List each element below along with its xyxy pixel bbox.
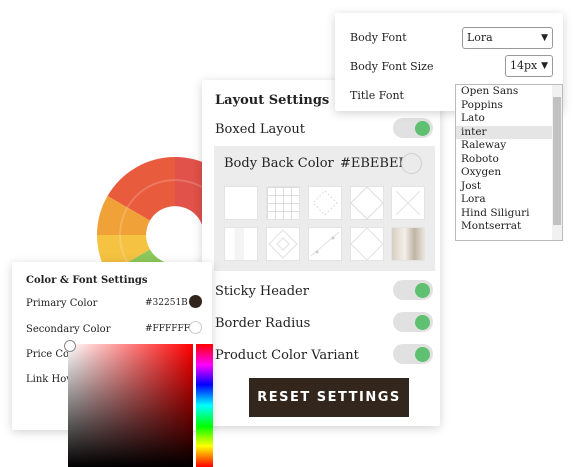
body-font-size-value: 14px <box>510 59 538 72</box>
color-picker-handle[interactable] <box>64 340 76 352</box>
reset-settings-button[interactable]: RESET SETTINGS <box>249 378 409 417</box>
font-option[interactable]: Montserrat <box>456 220 556 234</box>
sticky-header-label: Sticky Header <box>215 284 309 299</box>
body-font-label: Body Font <box>350 31 407 44</box>
geo-pattern-icon <box>350 227 384 261</box>
cross-pattern-icon <box>395 190 421 216</box>
font-option[interactable]: Poppins <box>456 99 556 113</box>
pattern-tile-plain[interactable] <box>224 186 258 220</box>
chevron-down-icon: ▼ <box>541 61 548 71</box>
pattern-tile-cross[interactable] <box>391 186 425 220</box>
font-option[interactable]: Oxygen <box>456 166 556 180</box>
body-font-size-label: Body Font Size <box>350 60 434 73</box>
link-hover-label: Link Hov <box>26 374 72 385</box>
toggle-knob <box>415 121 430 136</box>
font-option[interactable]: Jost <box>456 180 556 194</box>
hex-pattern-icon <box>268 229 298 259</box>
pattern-tile-grid[interactable] <box>266 186 300 220</box>
secondary-color-label: Secondary Color <box>26 324 111 335</box>
secondary-color-value: #FFFFFF <box>145 324 191 334</box>
pattern-tile-geo[interactable] <box>350 227 384 261</box>
pattern-tile-photo[interactable] <box>391 227 425 261</box>
pattern-tile-dots[interactable] <box>308 227 342 261</box>
boxed-layout-toggle[interactable] <box>393 118 433 138</box>
font-option[interactable]: Hind Siliguri <box>456 207 556 221</box>
font-option[interactable]: Raleway <box>456 139 556 153</box>
font-option[interactable]: Roboto <box>456 153 556 167</box>
toggle-knob <box>415 315 430 330</box>
title-font-label: Title Font <box>350 89 404 102</box>
boxed-layout-label: Boxed Layout <box>215 122 306 137</box>
toggle-knob <box>415 283 430 298</box>
scrollbar[interactable] <box>552 85 562 240</box>
sticky-header-toggle[interactable] <box>393 280 433 300</box>
color-picker-hue-slider[interactable] <box>196 344 213 467</box>
body-back-color-label: Body Back Color <box>224 156 334 171</box>
pattern-tile-diamond[interactable] <box>308 186 342 220</box>
body-font-size-select[interactable]: 14px ▼ <box>505 55 553 77</box>
font-option[interactable]: Lora <box>456 193 556 207</box>
product-color-variant-toggle[interactable] <box>393 344 433 364</box>
title-font-dropdown-list[interactable]: Open Sans Poppins Lato inter Raleway Roboto Ox… <box>455 84 563 241</box>
pattern-tile-stripes[interactable] <box>224 227 258 261</box>
lines-pattern-icon <box>350 186 384 220</box>
primary-color-value: #32251B <box>145 298 188 308</box>
product-color-variant-label: Product Color Variant <box>215 348 359 363</box>
layout-settings-title: Layout Settings <box>215 93 330 108</box>
body-back-color-section: Body Back Color #EBEBEB <box>214 146 435 271</box>
color-picker-saturation-area[interactable] <box>68 344 193 467</box>
color-font-settings-title: Color & Font Settings <box>26 275 148 286</box>
body-back-color-value: #EBEBEB <box>340 156 409 171</box>
toggle-knob <box>415 347 430 362</box>
secondary-color-swatch[interactable] <box>189 321 202 334</box>
body-back-color-swatch[interactable] <box>401 153 422 174</box>
border-radius-label: Border Radius <box>215 316 311 331</box>
layout-settings-panel: Layout Settings Boxed Layout Body Back C… <box>202 80 440 426</box>
font-option[interactable]: Lato <box>456 112 556 126</box>
pattern-tile-lines[interactable] <box>350 186 384 220</box>
pattern-tile-hex[interactable] <box>266 227 300 261</box>
diamond-pattern-icon <box>312 190 338 216</box>
font-option[interactable]: Open Sans <box>456 85 556 99</box>
primary-color-label: Primary Color <box>26 298 98 309</box>
body-font-value: Lora <box>467 31 493 44</box>
primary-color-swatch[interactable] <box>189 295 202 308</box>
body-font-select[interactable]: Lora ▼ <box>462 27 553 49</box>
border-radius-toggle[interactable] <box>393 312 433 332</box>
dots-pattern-icon <box>310 231 340 257</box>
chevron-down-icon: ▼ <box>541 33 548 43</box>
font-option[interactable]: inter <box>456 125 556 139</box>
scrollbar-thumb[interactable] <box>553 97 561 225</box>
